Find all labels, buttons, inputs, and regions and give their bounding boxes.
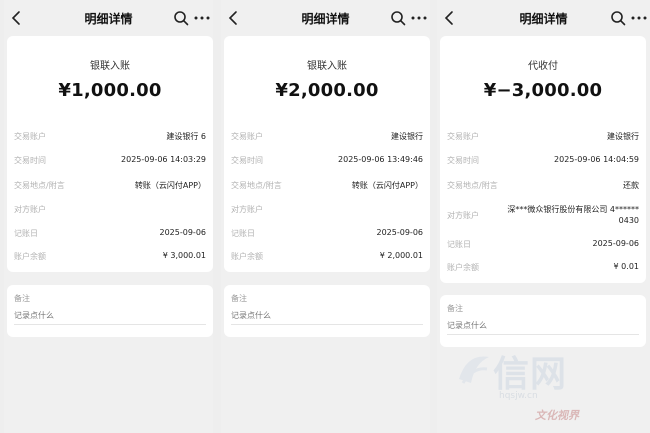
row-label: 对方账户 <box>231 205 263 214</box>
row-label: 交易时间 <box>231 156 263 165</box>
detail-row: 账户余额 ¥ 0.01 <box>447 262 639 276</box>
nav-bar: 明细详情 <box>4 0 213 36</box>
screen-3: 明细详情 代收付 ¥−3,000.00 交易账户 建设银行 交易时间 2025-09… <box>437 0 650 433</box>
transaction-type: 银联入账 <box>307 61 347 72</box>
detail-card: 银联入账 ¥2,000.00 交易账户 建设银行 交易时间 2025-09-06 1… <box>224 36 430 272</box>
row-label: 交易地点/附言 <box>231 181 282 190</box>
row-value: ¥ 3,000.01 <box>162 251 206 260</box>
row-value: 2025-09-06 <box>159 228 207 237</box>
nav-bar: 明细详情 <box>221 0 430 36</box>
row-value: 建设银行 <box>607 132 639 141</box>
nav-bar: 明细详情 <box>437 0 650 36</box>
detail-row: 对方账户 <box>14 204 206 218</box>
transaction-amount: ¥2,000.00 <box>275 80 379 101</box>
row-value: ¥ 0.01 <box>613 262 639 271</box>
detail-row: 对方账户 深***微众银行股份有限公司 4****** 0430 <box>447 205 639 225</box>
row-label: 交易时间 <box>14 156 46 165</box>
row-label: 交易账户 <box>14 132 46 141</box>
row-label: 交易时间 <box>447 156 479 165</box>
detail-row: 交易地点/附言 转账（云闪付APP） <box>231 180 423 194</box>
row-label: 账户余额 <box>447 263 479 272</box>
more-icon[interactable] <box>630 10 648 26</box>
detail-row: 账户余额 ¥ 3,000.01 <box>14 251 206 265</box>
detail-row: 记账日 2025-09-06 <box>231 228 423 242</box>
note-card: 备注 <box>7 285 213 337</box>
search-icon[interactable] <box>173 10 189 26</box>
transaction-type: 银联入账 <box>90 61 130 72</box>
row-label: 交易账户 <box>231 132 263 141</box>
row-value: 转账（云闪付APP） <box>351 181 423 190</box>
row-label: 记账日 <box>14 229 38 238</box>
row-label: 记账日 <box>231 229 255 238</box>
detail-row: 交易账户 建设银行 6 <box>14 131 206 145</box>
row-label: 账户余额 <box>231 252 263 261</box>
note-card: 备注 <box>224 285 430 337</box>
row-label: 对方账户 <box>14 205 46 214</box>
detail-row: 交易账户 建设银行 <box>447 131 639 145</box>
transaction-amount: ¥1,000.00 <box>58 80 162 101</box>
note-card: 备注 <box>440 295 646 347</box>
note-label: 备注 <box>14 294 30 303</box>
row-label: 账户余额 <box>14 252 46 261</box>
screen-2: 明细详情 银联入账 ¥2,000.00 交易账户 建设银行 交易时间 2025-09… <box>221 0 430 433</box>
detail-row: 对方账户 <box>231 204 423 218</box>
row-label: 记账日 <box>447 240 471 249</box>
detail-row: 账户余额 ¥ 2,000.01 <box>231 251 423 265</box>
detail-row: 交易账户 建设银行 <box>231 131 423 145</box>
row-value: 还款 <box>623 181 639 190</box>
note-label: 备注 <box>447 304 463 313</box>
detail-row: 交易时间 2025-09-06 13:49:46 <box>231 155 423 169</box>
row-value: 2025-09-06 14:03:29 <box>121 155 206 164</box>
note-label: 备注 <box>231 294 247 303</box>
row-label: 交易地点/附言 <box>14 181 65 190</box>
transaction-amount: ¥−3,000.00 <box>483 80 603 101</box>
detail-row: 记账日 2025-09-06 <box>14 228 206 242</box>
row-value: 2025-09-06 14:04:59 <box>554 155 639 164</box>
detail-card: 银联入账 ¥1,000.00 交易账户 建设银行 6 交易时间 2025-09-06… <box>7 36 213 272</box>
note-input[interactable] <box>447 316 639 335</box>
detail-row: 交易时间 2025-09-06 14:04:59 <box>447 155 639 169</box>
more-icon[interactable] <box>193 10 211 26</box>
detail-row: 记账日 2025-09-06 <box>447 239 639 253</box>
transaction-type: 代收付 <box>528 61 558 72</box>
search-icon[interactable] <box>610 10 626 26</box>
more-icon[interactable] <box>410 10 428 26</box>
detail-row: 交易时间 2025-09-06 14:03:29 <box>14 155 206 169</box>
note-input[interactable] <box>231 306 423 325</box>
row-label: 交易地点/附言 <box>447 181 498 190</box>
counterparty-account-suffix: 0430 <box>618 216 639 225</box>
row-label: 对方账户 <box>447 211 479 220</box>
row-value: 转账（云闪付APP） <box>134 181 206 190</box>
row-value: 深***微众银行股份有限公司 4****** 0430 <box>507 204 639 226</box>
screen-1: 明细详情 银联入账 ¥1,000.00 交易账户 建设银行 6 交易时间 2025-… <box>4 0 213 433</box>
row-value: 2025-09-06 13:49:46 <box>338 155 423 164</box>
search-icon[interactable] <box>390 10 406 26</box>
row-label: 交易账户 <box>447 132 479 141</box>
row-value: 2025-09-06 <box>592 239 640 248</box>
counterparty-name: 深***微众银行股份有限公司 4****** <box>507 205 639 214</box>
row-value: 建设银行 6 <box>166 132 206 141</box>
detail-card: 代收付 ¥−3,000.00 交易账户 建设银行 交易时间 2025-09-06 1… <box>440 36 646 283</box>
row-value: ¥ 2,000.01 <box>379 251 423 260</box>
note-input[interactable] <box>14 306 206 325</box>
detail-row: 交易地点/附言 还款 <box>447 180 639 194</box>
row-value: 建设银行 <box>391 132 423 141</box>
row-value: 2025-09-06 <box>376 228 424 237</box>
detail-row: 交易地点/附言 转账（云闪付APP） <box>14 180 206 194</box>
